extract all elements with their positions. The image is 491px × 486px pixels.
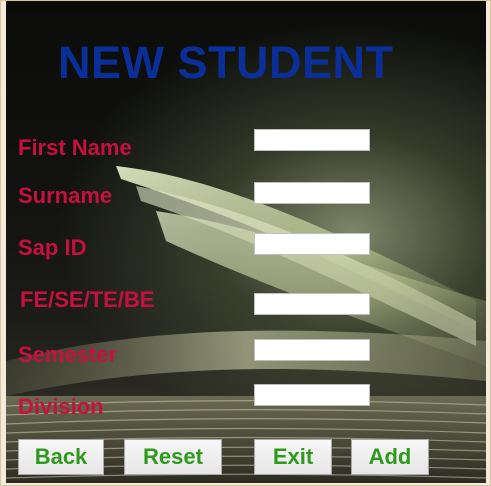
exit-button[interactable]: Exit	[254, 439, 332, 475]
year-input[interactable]	[254, 293, 370, 315]
surname-input[interactable]	[254, 182, 370, 204]
background-image-panel: NEW STUDENT First Name Surname Sap ID FE…	[6, 1, 486, 483]
add-button[interactable]: Add	[351, 439, 429, 475]
sap-id-input[interactable]	[254, 233, 370, 255]
division-input[interactable]	[254, 384, 370, 406]
reset-button[interactable]: Reset	[124, 439, 222, 475]
app-window: NEW STUDENT First Name Surname Sap ID FE…	[0, 0, 491, 486]
first-name-label: First Name	[18, 135, 132, 160]
back-button[interactable]: Back	[18, 439, 104, 475]
semester-label: Semester	[18, 342, 118, 367]
year-label: FE/SE/TE/BE	[20, 287, 155, 312]
page-title: NEW STUDENT	[58, 37, 394, 88]
first-name-input[interactable]	[254, 129, 370, 151]
division-label: Division	[18, 394, 104, 419]
surname-label: Surname	[18, 183, 113, 208]
semester-input[interactable]	[254, 339, 370, 361]
sap-id-label: Sap ID	[18, 235, 87, 260]
